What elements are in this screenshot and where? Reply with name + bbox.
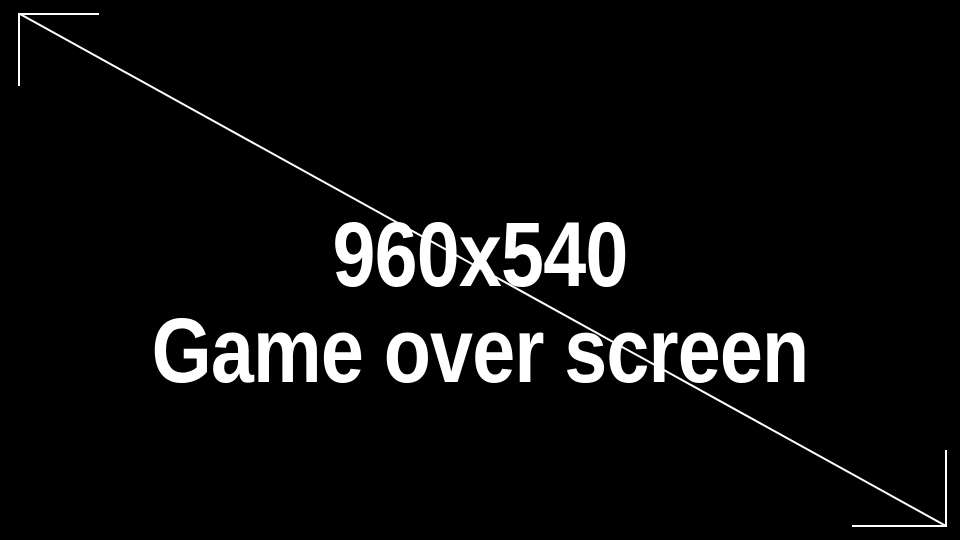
screen-title: Game over screen [151, 300, 810, 402]
corner-arrow-bottom-right-icon [852, 450, 947, 527]
placeholder-caption: 960x540 Game over screen [0, 205, 960, 397]
game-over-screen: 960x540 Game over screen [0, 0, 960, 540]
dimensions-label: 960x540 [332, 204, 629, 306]
